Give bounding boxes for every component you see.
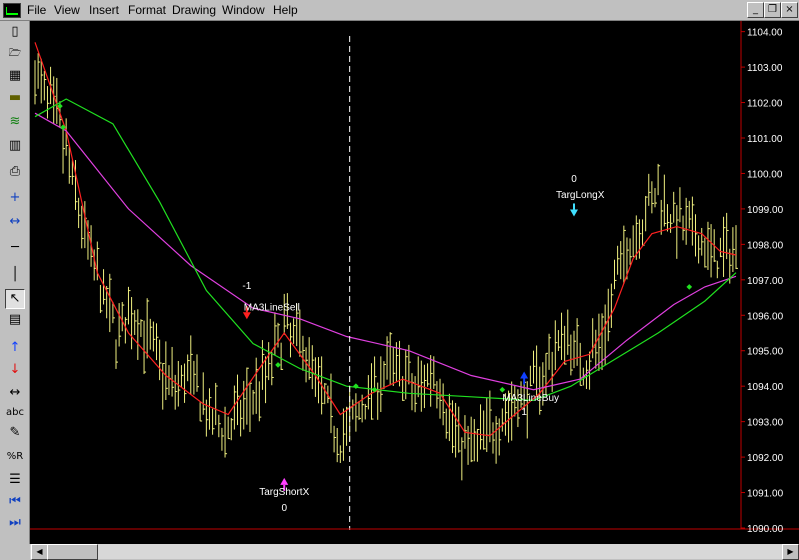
horizontal-scrollbar[interactable]: ◀ ▶ bbox=[30, 544, 799, 560]
horizontal-line-icon[interactable]: ─ bbox=[5, 238, 25, 258]
chart-window-icon[interactable]: ▥ bbox=[5, 136, 25, 156]
menu-format[interactable]: Format bbox=[128, 3, 166, 17]
minimize-button[interactable]: _ bbox=[747, 2, 764, 18]
percent-r-icon[interactable]: %R bbox=[5, 447, 25, 467]
y-tick-label: 1097.00 bbox=[747, 276, 784, 287]
app-chart-icon[interactable] bbox=[3, 3, 21, 18]
scroll-left-button[interactable]: ◀ bbox=[31, 544, 48, 560]
y-tick-label: 1103.00 bbox=[747, 63, 783, 74]
price-chart[interactable]: MA3LineSell -1 MA3LineBuy 1 TargShortX 0 TargL… bbox=[30, 21, 799, 544]
zoom-in-icon[interactable]: + bbox=[5, 188, 25, 208]
y-tick-label: 1098.00 bbox=[747, 240, 784, 251]
restore-button[interactable]: ❐ bbox=[764, 2, 781, 18]
scroll-right-button[interactable]: ▶ bbox=[782, 544, 799, 560]
ma3linesell-label: MA3LineSell bbox=[244, 302, 300, 313]
buy-position-label: 1 bbox=[521, 407, 527, 418]
pointer-icon[interactable]: ↖ bbox=[5, 289, 25, 309]
menu-view[interactable]: View bbox=[54, 3, 80, 17]
y-tick-label: 1093.00 bbox=[747, 418, 784, 429]
y-tick-label: 1092.00 bbox=[747, 453, 784, 464]
fibonacci-lines-icon[interactable]: ☰ bbox=[5, 470, 25, 490]
targshortx-label: TargShortX bbox=[259, 487, 309, 498]
vertical-line-icon[interactable]: │ bbox=[5, 265, 25, 285]
menu-file[interactable]: File bbox=[27, 3, 46, 17]
drawing-toolbar: ▯ 🗁 ▦ ▬ ≋ ▥ ⎙ + ↔ ─ │ ↖ ▤ ↑ ↓ ↔ abc ✎ %R ☰ ⏮ ⏭ bbox=[0, 21, 30, 544]
short-position-label: 0 bbox=[281, 503, 287, 514]
horizontal-arrow-icon[interactable]: ↔ bbox=[5, 383, 25, 403]
printer-icon[interactable]: ⎙ bbox=[5, 162, 25, 182]
y-tick-label: 1102.00 bbox=[747, 99, 783, 110]
ma3linebuy-label: MA3LineBuy bbox=[502, 393, 559, 404]
y-tick-label: 1101.00 bbox=[747, 134, 783, 145]
open-folder-icon[interactable]: 🗁 bbox=[5, 44, 25, 64]
y-tick-label: 1095.00 bbox=[747, 347, 784, 358]
close-button[interactable]: × bbox=[781, 2, 798, 18]
buy-arrow-icon[interactable]: ↑ bbox=[5, 338, 25, 358]
targ-long-arrow-stem bbox=[572, 203, 575, 210]
y-tick-label: 1100.00 bbox=[747, 169, 783, 180]
y-tick-label: 1091.00 bbox=[747, 489, 784, 500]
note-icon[interactable]: ▤ bbox=[5, 310, 25, 330]
go-last-icon[interactable]: ⏭ bbox=[5, 513, 25, 533]
zoom-out-icon[interactable]: ↔ bbox=[5, 212, 25, 232]
pencil-icon[interactable]: ✎ bbox=[5, 423, 25, 443]
new-document-icon[interactable]: ▯ bbox=[5, 22, 25, 42]
menu-insert[interactable]: Insert bbox=[89, 3, 119, 17]
sell-arrow-icon[interactable]: ↓ bbox=[5, 360, 25, 380]
chart-canvas[interactable]: MA3LineSell -1 MA3LineBuy 1 TargShortX 0 TargL… bbox=[30, 21, 799, 544]
text-icon[interactable]: abc bbox=[5, 403, 25, 423]
long-position-label: 0 bbox=[571, 174, 577, 185]
menu-drawing[interactable]: Drawing bbox=[172, 3, 216, 17]
y-tick-label: 1096.00 bbox=[747, 311, 784, 322]
scanner-icon[interactable]: ≋ bbox=[5, 112, 25, 132]
go-first-icon[interactable]: ⏮ bbox=[5, 492, 25, 512]
windows-stack-icon[interactable]: ▦ bbox=[5, 66, 25, 86]
scroll-thumb[interactable] bbox=[47, 544, 98, 560]
scrollbar-corner bbox=[0, 544, 30, 559]
targlongx-label: TargLongX bbox=[556, 190, 605, 201]
y-tick-label: 1104.00 bbox=[747, 28, 783, 39]
chart-background bbox=[30, 21, 799, 544]
buy-signal-arrow-stem bbox=[523, 378, 526, 385]
y-tick-label: 1090.00 bbox=[747, 524, 784, 535]
folder-chart-icon[interactable]: ▬ bbox=[5, 88, 25, 108]
menu-help[interactable]: Help bbox=[273, 3, 298, 17]
y-tick-label: 1094.00 bbox=[747, 382, 784, 393]
menu-window[interactable]: Window bbox=[222, 3, 265, 17]
menu-bar: File View Insert Format Drawing Window H… bbox=[0, 0, 799, 21]
sell-position-label: -1 bbox=[242, 281, 251, 292]
y-tick-label: 1099.00 bbox=[747, 205, 784, 216]
